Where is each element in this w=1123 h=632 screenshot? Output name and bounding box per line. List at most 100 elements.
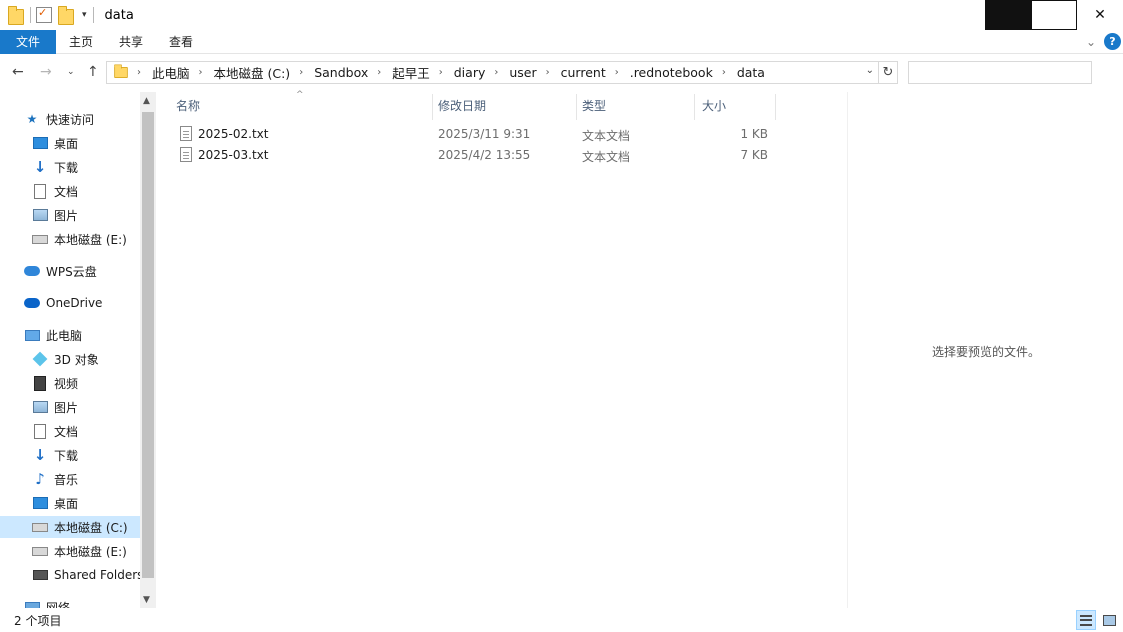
customize-toolbar-chevron-icon[interactable]: ▾ bbox=[82, 10, 87, 20]
breadcrumb-separator-icon[interactable]: › bbox=[199, 67, 203, 78]
sidebar-item-label: 本地磁盘 (E:) bbox=[54, 232, 127, 247]
column-divider[interactable] bbox=[432, 94, 433, 120]
navigation-scrollbar[interactable]: ▲ ▼ bbox=[140, 92, 156, 608]
properties-icon[interactable] bbox=[36, 6, 52, 23]
nav-label: WPS云盘 bbox=[46, 264, 97, 279]
breadcrumb-separator-icon[interactable]: › bbox=[494, 67, 498, 78]
breadcrumb-item[interactable]: Sandbox bbox=[314, 65, 368, 80]
column-header-modified[interactable]: 修改日期 bbox=[438, 92, 576, 118]
sidebar-item[interactable]: ♪ 音乐 bbox=[32, 468, 78, 490]
file-list: ^ 名称 修改日期 类型 大小 2025-02.txt 2025/3/11 9:… bbox=[156, 90, 848, 608]
sidebar-item-label: 图片 bbox=[54, 208, 79, 223]
sidebar-item[interactable]: 本地磁盘 (E:) bbox=[32, 540, 127, 562]
file-size: 1 KB bbox=[740, 127, 768, 141]
sidebar-item[interactable]: 文档📌 bbox=[32, 180, 78, 202]
breadcrumb-separator-icon[interactable]: › bbox=[135, 67, 152, 78]
column-divider[interactable] bbox=[694, 94, 695, 120]
scroll-up-icon[interactable]: ▲ bbox=[143, 96, 150, 106]
tab-file[interactable]: 文件 bbox=[0, 29, 56, 54]
file-modified: 2025/3/11 9:31 bbox=[438, 127, 531, 141]
column-divider[interactable] bbox=[775, 94, 776, 120]
sidebar-item[interactable]: 本地磁盘 (C:) bbox=[0, 516, 140, 538]
breadcrumb-item[interactable]: .rednotebook bbox=[630, 65, 713, 80]
details-view-button[interactable] bbox=[1076, 610, 1096, 630]
sidebar-item[interactable]: 3D 对象 bbox=[32, 348, 99, 370]
large-icons-view-icon bbox=[1102, 614, 1116, 626]
sidebar-item[interactable]: Shared Folders bbox=[32, 564, 143, 586]
network-icon bbox=[24, 599, 40, 608]
tab-home[interactable]: 主页 bbox=[56, 30, 106, 54]
nav-this-pc[interactable]: 此电脑 bbox=[24, 324, 82, 346]
tab-share[interactable]: 共享 bbox=[106, 30, 156, 54]
file-row[interactable]: 2025-03.txt 2025/4/2 13:55 文本文档 7 KB bbox=[172, 145, 782, 166]
breadcrumb-separator-icon[interactable]: › bbox=[299, 67, 303, 78]
scrollbar-thumb[interactable] bbox=[142, 112, 154, 578]
download-icon: ↓ bbox=[33, 158, 47, 176]
sidebar-item[interactable]: 本地磁盘 (E:) bbox=[32, 228, 127, 250]
download-icon: ↓ bbox=[33, 446, 47, 464]
tab-view[interactable]: 查看 bbox=[156, 30, 206, 54]
sidebar-item-label: 图片 bbox=[54, 400, 79, 415]
help-icon[interactable]: ? bbox=[1104, 33, 1121, 50]
breadcrumb-item[interactable]: 本地磁盘 (C:) bbox=[214, 63, 291, 82]
file-type: 文本文档 bbox=[582, 129, 631, 143]
sidebar-item[interactable]: 桌面 bbox=[32, 492, 78, 514]
column-header-type[interactable]: 类型 bbox=[582, 92, 694, 118]
breadcrumb: 此电脑 › 本地磁盘 (C:) › Sandbox › 起早王 › diary › user › cur… bbox=[152, 63, 765, 82]
back-arrow-icon[interactable]: ← bbox=[12, 64, 24, 80]
nav-wps-cloud[interactable]: WPS云盘 bbox=[24, 260, 97, 282]
pictures-icon bbox=[32, 399, 48, 415]
toolbar-divider bbox=[30, 7, 31, 23]
drive-icon bbox=[32, 519, 48, 535]
large-icons-view-button[interactable] bbox=[1099, 610, 1119, 630]
sidebar-item[interactable]: 桌面📌 bbox=[32, 132, 78, 154]
file-row[interactable]: 2025-02.txt 2025/3/11 9:31 文本文档 1 KB bbox=[172, 124, 782, 145]
breadcrumb-separator-icon[interactable]: › bbox=[546, 67, 550, 78]
forward-arrow-icon[interactable]: → bbox=[40, 64, 52, 80]
scroll-down-icon[interactable]: ▼ bbox=[143, 595, 150, 605]
quick-access-toolbar: ▾ bbox=[0, 0, 99, 30]
new-folder-icon[interactable] bbox=[58, 5, 74, 25]
sidebar-item[interactable]: 图片 bbox=[32, 396, 78, 418]
minimize-button[interactable] bbox=[985, 0, 1031, 30]
folder-icon[interactable] bbox=[8, 5, 24, 25]
close-button[interactable]: ✕ bbox=[1077, 0, 1123, 30]
breadcrumb-item[interactable]: data bbox=[737, 65, 765, 80]
column-header-name[interactable]: 名称 bbox=[176, 92, 432, 118]
document-icon bbox=[32, 183, 48, 199]
nav-label: OneDrive bbox=[46, 296, 103, 310]
drive-icon bbox=[32, 231, 48, 247]
sidebar-item[interactable]: 文档 bbox=[32, 420, 78, 442]
breadcrumb-item[interactable]: user bbox=[509, 65, 536, 80]
expand-ribbon-chevron-icon[interactable]: ⌄ bbox=[1086, 35, 1096, 49]
nav-quick-access[interactable]: ★ 快速访问 bbox=[24, 108, 94, 130]
address-dropdown-chevron-icon[interactable]: ⌄ bbox=[866, 65, 874, 76]
sidebar-item[interactable]: ↓ 下载 bbox=[32, 444, 78, 466]
refresh-icon[interactable]: ↻ bbox=[879, 61, 898, 84]
music-icon: ♪ bbox=[35, 470, 45, 488]
navigation-pane: ★ 快速访问 桌面📌↓下载📌文档📌图片📌 本地磁盘 (E:) WPS云盘 OneD… bbox=[0, 92, 156, 608]
recent-locations-chevron-icon[interactable]: ⌄ bbox=[67, 67, 75, 77]
sidebar-item[interactable]: ↓下载📌 bbox=[32, 156, 78, 178]
sidebar-item[interactable]: 视频 bbox=[32, 372, 78, 394]
nav-label: 网络 bbox=[46, 600, 71, 609]
breadcrumb-item[interactable]: 此电脑 bbox=[152, 63, 190, 82]
breadcrumb-separator-icon[interactable]: › bbox=[377, 67, 381, 78]
sidebar-item[interactable]: 图片📌 bbox=[32, 204, 78, 226]
breadcrumb-separator-icon[interactable]: › bbox=[722, 67, 726, 78]
address-bar[interactable]: › 此电脑 › 本地磁盘 (C:) › Sandbox › 起早王 › diary › user › c… bbox=[106, 61, 879, 84]
breadcrumb-item[interactable]: 起早王 bbox=[392, 63, 430, 82]
close-icon: ✕ bbox=[1094, 7, 1106, 23]
breadcrumb-separator-icon[interactable]: › bbox=[615, 67, 619, 78]
up-arrow-icon[interactable]: ↑ bbox=[87, 64, 99, 80]
breadcrumb-separator-icon[interactable]: › bbox=[439, 67, 443, 78]
search-input[interactable] bbox=[908, 61, 1092, 84]
column-header-size[interactable]: 大小 bbox=[702, 92, 774, 118]
nav-network[interactable]: 网络 bbox=[24, 596, 70, 608]
maximize-button[interactable] bbox=[1031, 0, 1077, 30]
star-icon: ★ bbox=[26, 112, 38, 126]
breadcrumb-item[interactable]: current bbox=[561, 65, 606, 80]
breadcrumb-item[interactable]: diary bbox=[454, 65, 486, 80]
column-divider[interactable] bbox=[576, 94, 577, 120]
nav-onedrive[interactable]: OneDrive bbox=[24, 292, 102, 314]
